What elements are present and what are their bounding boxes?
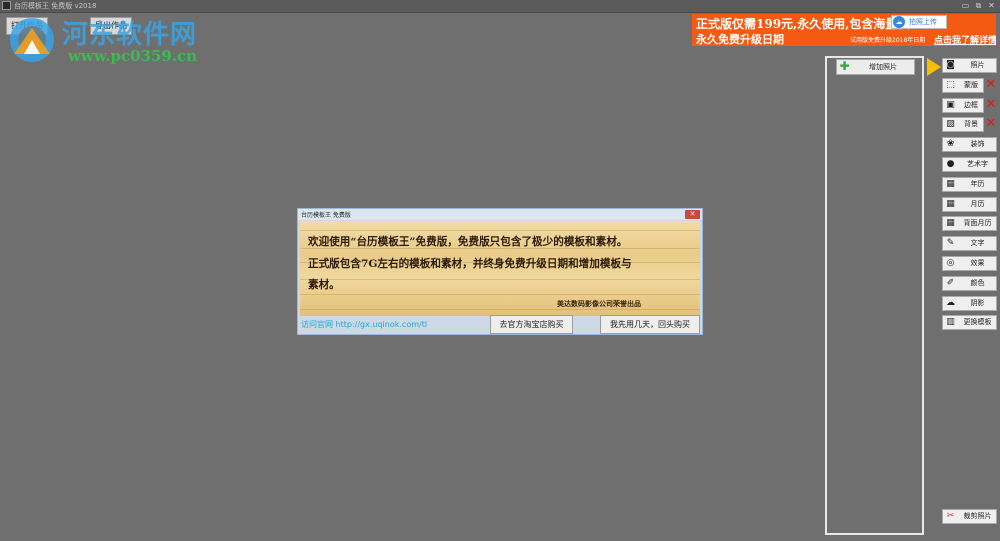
tool-button[interactable]: ✎ 文字 xyxy=(942,236,997,251)
photo-upload-label: 拍照上传 xyxy=(909,18,937,26)
mask-icon: ⬚ xyxy=(946,80,955,90)
delete-icon[interactable]: ✕ xyxy=(985,117,997,130)
tool-button[interactable]: ⬚ 蒙版 xyxy=(942,78,984,93)
tool-label: 阴影 xyxy=(970,299,985,307)
dialog-title: 台历模板王 免费版 xyxy=(301,212,351,219)
scissors-icon: ✂ xyxy=(946,511,955,521)
dialog-close-icon[interactable]: ✕ xyxy=(685,210,700,219)
tool-button[interactable]: ▣ 边框 xyxy=(942,98,984,113)
minimize-icon[interactable]: ▭ xyxy=(960,0,971,11)
dialog-signature: 美达数码影像公司荣誉出品 xyxy=(557,299,641,308)
tool-label: 年历 xyxy=(970,180,985,188)
dialog-message-line-2: 正式版包含7G左右的模板和素材，并终身免费升级日期和增加模板与 xyxy=(308,258,632,270)
dialog-title-bar: 台历模板王 免费版 ✕ xyxy=(298,209,702,220)
tool-button[interactable]: ● 艺术字 xyxy=(942,157,997,172)
dialog-message-line-1: 欢迎使用“台历模板王”免费版，免费版只包含了极少的模板和素材。 xyxy=(308,236,628,248)
tool-button[interactable]: ❀ 装饰 xyxy=(942,137,997,152)
tool-button[interactable]: ▥ 更换模板 xyxy=(942,315,997,330)
month-calendar-icon: ▦ xyxy=(946,199,955,209)
tool-label: 效果 xyxy=(970,259,985,267)
tool-button[interactable]: ▦ 背面月历 xyxy=(942,216,997,231)
tool-button[interactable]: ▦ 月历 xyxy=(942,197,997,212)
decoration-icon: ❀ xyxy=(946,139,955,149)
promo-details-link[interactable]: 点击我了解详情 xyxy=(934,33,996,46)
tool-button[interactable]: ◎ 效果 xyxy=(942,256,997,271)
photo-list-panel[interactable] xyxy=(825,56,924,535)
camera-icon: ◙ xyxy=(946,60,955,70)
promo-banner[interactable]: 正式版仅需199元,永久使用,包含海量模 永久免费升级日期 试用版免费升级201… xyxy=(692,14,996,46)
tool-button[interactable]: ▦ 年历 xyxy=(942,177,997,192)
watermark-logo-icon xyxy=(10,18,54,62)
dialog-message-board: 欢迎使用“台历模板王”免费版，免费版只包含了极少的模板和素材。 正式版包含7G左… xyxy=(300,221,700,316)
dialog-message-line-3: 素材。 xyxy=(308,279,340,291)
frame-icon: ▣ xyxy=(946,100,955,110)
tool-button[interactable]: ◙ 照片 xyxy=(942,58,997,73)
official-site-link[interactable]: 访问官网 http://gx.uqinok.com/tl xyxy=(301,319,427,330)
tool-button[interactable]: ▨ 背景 xyxy=(942,117,984,132)
close-icon[interactable]: ✕ xyxy=(986,0,997,11)
add-photo-button[interactable]: ✚ 增加照片 xyxy=(836,59,915,75)
app-icon xyxy=(2,1,11,10)
effect-icon: ◎ xyxy=(946,258,955,268)
template-icon: ▥ xyxy=(946,317,955,327)
promo-subline: 永久免费升级日期 xyxy=(696,33,784,46)
welcome-dialog: 台历模板王 免费版 ✕ 欢迎使用“台历模板王”免费版，免费版只包含了极少的模板和… xyxy=(297,208,703,335)
tool-label: 装饰 xyxy=(970,140,985,148)
tool-label: 文字 xyxy=(970,239,985,247)
text-pen-icon: ✎ xyxy=(946,238,955,248)
tool-label: 更换模板 xyxy=(963,318,992,326)
background-icon: ▨ xyxy=(946,119,955,129)
tool-label: 背面月历 xyxy=(963,219,992,227)
title-bar: 台历模板王 免费版 v2018 ▭ ⧉ ✕ xyxy=(0,0,1000,13)
active-tool-arrow-icon xyxy=(927,58,941,76)
try-later-button[interactable]: 我先用几天，回头购买 xyxy=(600,315,700,334)
add-photo-label: 增加照片 xyxy=(869,63,897,71)
back-calendar-icon: ▦ xyxy=(946,218,955,228)
crop-photo-button[interactable]: ✂ 裁剪照片 xyxy=(942,509,997,524)
tool-label: 颜色 xyxy=(970,279,985,287)
delete-icon[interactable]: ✕ xyxy=(985,78,997,91)
crop-photo-label: 裁剪照片 xyxy=(963,512,992,520)
art-text-icon: ● xyxy=(946,159,955,169)
tool-label: 艺术字 xyxy=(967,160,988,168)
cloud-icon: ☁ xyxy=(893,16,905,28)
tool-label: 边框 xyxy=(964,101,978,109)
tool-label: 月历 xyxy=(970,200,985,208)
year-calendar-icon: ▦ xyxy=(946,179,955,189)
tool-button[interactable]: ☁ 阴影 xyxy=(942,296,997,311)
restore-icon[interactable]: ⧉ xyxy=(973,0,984,11)
watermark-brand: 河东软件网 xyxy=(62,20,198,50)
watermark-url: www.pc0359.cn xyxy=(68,47,198,65)
shadow-icon: ☁ xyxy=(946,298,955,308)
promo-note: 试用版免费升级2018年日期 xyxy=(850,37,926,44)
promo-headline: 正式版仅需199元,永久使用,包含海量模 xyxy=(696,17,910,31)
tool-button[interactable]: ✐ 颜色 xyxy=(942,276,997,291)
buy-taobao-button[interactable]: 去官方淘宝店购买 xyxy=(490,315,573,334)
color-brush-icon: ✐ xyxy=(946,278,955,288)
delete-icon[interactable]: ✕ xyxy=(985,98,997,111)
window-title: 台历模板王 免费版 v2018 xyxy=(14,2,97,10)
tool-label: 背景 xyxy=(964,120,978,128)
photo-upload-button[interactable]: ☁ 拍照上传 xyxy=(891,15,947,29)
plus-icon: ✚ xyxy=(839,59,850,73)
tool-label: 蒙版 xyxy=(964,81,978,89)
tool-label: 照片 xyxy=(970,61,985,69)
